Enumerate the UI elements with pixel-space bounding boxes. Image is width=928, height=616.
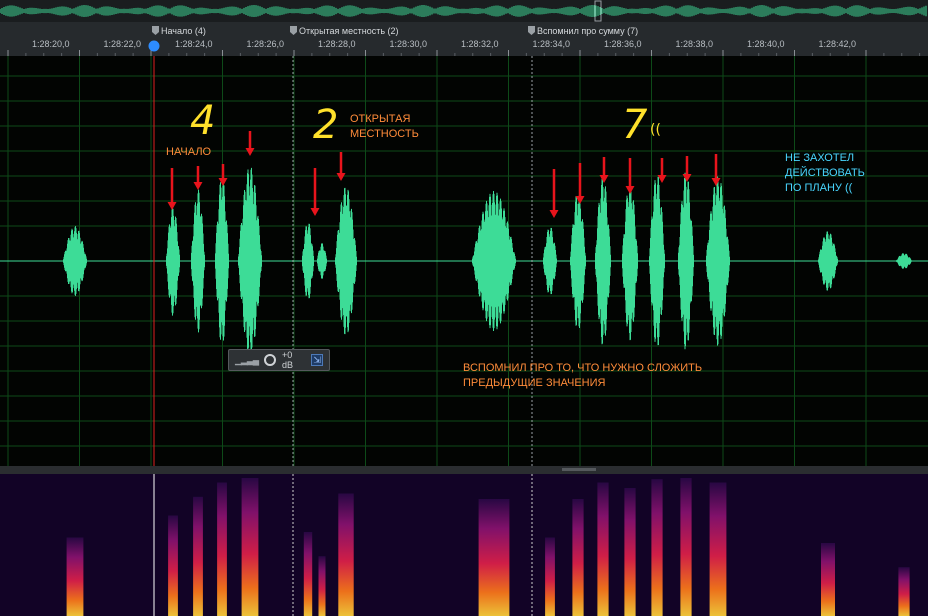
ruler-tick-label: 1:28:32,0 <box>461 39 499 49</box>
marker-label: Начало (4) <box>161 26 206 36</box>
annotation-vspomnil-2: ПРЕДЫДУЩИЕ ЗНАЧЕНИЯ <box>463 377 606 389</box>
level-meter-icon: ▁▂▃▄ <box>235 354 259 365</box>
annotation-arrow <box>193 166 203 190</box>
spectrogram-band <box>597 482 609 616</box>
ruler-tick-label: 1:28:36,0 <box>604 39 642 49</box>
ruler-tick-label: 1:28:22,0 <box>103 39 141 49</box>
annotation-arrow <box>218 164 228 186</box>
spectrogram-band <box>624 488 636 616</box>
waveform-burst <box>622 181 638 341</box>
waveform-burst <box>191 189 205 333</box>
waveform-burst <box>896 253 912 269</box>
annotation-number-7: 7 <box>622 102 648 148</box>
spectrogram-band <box>680 478 692 616</box>
annotation-number-2: 2 <box>313 102 338 148</box>
waveform-editor[interactable]: 4 2 7 (( НАЧАЛО ОТКРЫТАЯ МЕСТНОСТЬ ВСПОМ… <box>0 56 928 466</box>
waveform-burst <box>302 223 314 299</box>
pin-icon[interactable]: ⇲ <box>311 354 323 366</box>
ruler-tick-label: 1:28:30,0 <box>389 39 427 49</box>
panel-splitter[interactable] <box>0 466 928 474</box>
marker-flag-icon <box>152 26 159 35</box>
annotation-vspomnil-1: ВСПОМНИЛ ПРО ТО, ЧТО НУЖНО СЛОЖИТЬ <box>463 362 702 374</box>
annotation-arrow <box>711 154 721 186</box>
spectrogram-band <box>168 515 178 616</box>
annotation-ne-zahotel-2: ДЕЙСТВОВАТЬ <box>785 166 865 179</box>
waveform-burst <box>238 167 262 355</box>
spectrogram[interactable] <box>0 474 928 616</box>
marker-label: Вспомнил про сумму (7) <box>537 26 638 36</box>
marker-2[interactable]: Открытая местность (2) <box>290 26 399 36</box>
spectrogram-band <box>318 556 326 616</box>
time-ruler[interactable]: Начало (4) Открытая местность (2) Вспомн… <box>0 22 928 57</box>
waveform-burst <box>543 227 557 295</box>
spectrogram-band <box>898 567 910 616</box>
overview-waveform <box>0 0 927 22</box>
spectrogram-band <box>651 479 663 616</box>
ruler-tick-label: 1:28:26,0 <box>246 39 284 49</box>
annotation-arrow <box>310 168 320 216</box>
waveform-burst <box>595 177 611 345</box>
gain-knob-icon[interactable] <box>264 354 276 366</box>
waveform-burst <box>335 187 357 335</box>
spectrogram-band <box>338 493 354 616</box>
annotation-ne-zahotel-1: НЕ ЗАХОТЕЛ <box>785 152 854 164</box>
spectrogram-band <box>821 543 835 616</box>
marker-label: Открытая местность (2) <box>299 26 399 36</box>
ruler-tick-label: 1:28:38,0 <box>675 39 713 49</box>
spectrogram-svg <box>66 474 910 616</box>
playhead-icon[interactable] <box>148 40 160 52</box>
waveform-burst <box>818 231 838 291</box>
waveform-burst <box>706 176 730 346</box>
annotation-ne-zahotel-3: ПО ПЛАНУ (( <box>785 182 853 194</box>
spectrogram-band <box>241 478 259 616</box>
annotation-nachalo: НАЧАЛО <box>166 146 212 158</box>
spectrogram-band <box>545 537 555 616</box>
spectrogram-band <box>478 499 510 616</box>
waveform-burst <box>678 172 694 350</box>
ruler-tick-label: 1:28:42,0 <box>818 39 856 49</box>
annotation-arrow <box>599 157 609 183</box>
waveform-burst <box>317 243 327 279</box>
waveform-burst <box>570 194 586 328</box>
ruler-svg: Начало (4) Открытая местность (2) Вспомн… <box>7 26 921 56</box>
spectrogram-band <box>66 537 84 616</box>
gain-value: +0 dB <box>281 350 293 370</box>
annotation-arrow <box>682 156 692 182</box>
marker-3[interactable]: Вспомнил про сумму (7) <box>528 26 638 36</box>
overview-wave-path <box>0 5 927 17</box>
spectrogram-band <box>217 482 227 616</box>
spectrogram-band <box>303 532 313 616</box>
marker-flag-icon <box>290 26 297 35</box>
annotation-arrow <box>245 131 255 156</box>
annotation-arrow <box>336 152 346 181</box>
waveform-burst <box>472 191 516 331</box>
annotation-arrow <box>575 163 585 204</box>
spectrogram-band <box>572 499 584 616</box>
spectrogram-band <box>193 496 203 616</box>
ruler-tick-label: 1:28:34,0 <box>532 39 570 49</box>
ruler-tick-label: 1:28:40,0 <box>747 39 785 49</box>
ruler-tick-label: 1:28:20,0 <box>32 39 70 49</box>
ruler-tick-label: 1:28:24,0 <box>175 39 213 49</box>
annotation-arrow <box>167 168 177 210</box>
annotation-otkrytaya-2: МЕСТНОСТЬ <box>350 128 419 140</box>
waveform-burst <box>166 206 180 316</box>
marker-flag-icon <box>528 26 535 35</box>
ruler-tick-label: 1:28:28,0 <box>318 39 356 49</box>
waveform-overview[interactable] <box>0 0 928 22</box>
annotation-otkrytaya-1: ОТКРЫТАЯ <box>350 113 410 125</box>
annotation-number-4: 4 <box>190 98 215 144</box>
spectrogram-band <box>709 482 727 616</box>
annotation-number-7-suffix: (( <box>650 122 661 138</box>
gain-hud[interactable]: ▁▂▃▄ +0 dB ⇲ <box>228 349 330 371</box>
marker-1[interactable]: Начало (4) <box>152 26 206 36</box>
splitter-grip <box>562 468 596 471</box>
waveform-burst <box>215 181 229 341</box>
waveform-burst <box>63 226 87 296</box>
editor-svg: 4 2 7 (( НАЧАЛО ОТКРЫТАЯ МЕСТНОСТЬ ВСПОМ… <box>0 56 928 466</box>
